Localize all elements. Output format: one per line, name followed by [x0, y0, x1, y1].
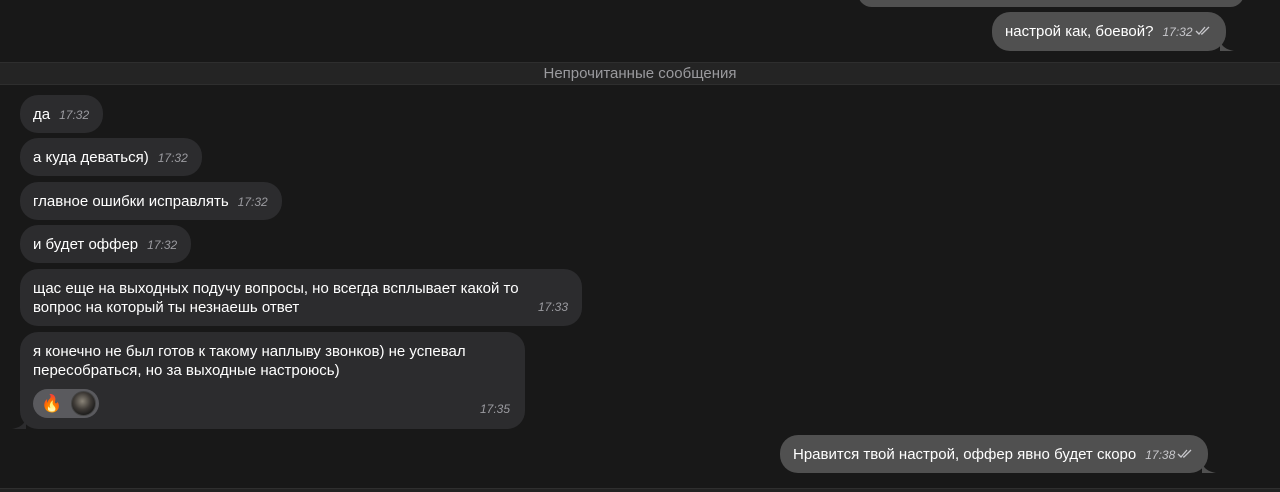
bubble-tail — [1219, 37, 1234, 51]
message-time: 17:32 — [59, 108, 90, 122]
reaction-chip[interactable]: 🔥 — [33, 389, 99, 418]
message-time: 17:38 — [1145, 448, 1176, 462]
message-text: и будет оффер — [33, 236, 139, 253]
reactor-avatar — [71, 391, 96, 416]
chat-history: настрой как, боевой? 17:32 Непрочитанные… — [0, 0, 1280, 492]
message-text: Нравится твой настрой, оффер явно будет … — [793, 446, 1137, 463]
double-check-icon — [1195, 22, 1212, 41]
message-bubble-cut-off[interactable] — [858, 0, 1244, 7]
message-time: 17:32 — [157, 151, 188, 165]
message-text: главное ошибки исправлять — [33, 193, 229, 210]
message-incoming[interactable]: а куда деваться) 17:32 — [20, 138, 202, 176]
message-text: щас еще на выходных подучу вопросы, но в… — [33, 280, 519, 316]
message-incoming[interactable]: щас еще на выходных подучу вопросы, но в… — [20, 269, 582, 326]
message-incoming[interactable]: и будет оффер 17:32 — [20, 225, 192, 263]
message-incoming[interactable]: главное ошибки исправлять 17:32 — [20, 182, 282, 220]
message-outgoing[interactable]: настрой как, боевой? 17:32 — [992, 12, 1234, 51]
unread-divider-label: Непрочитанные сообщения — [543, 65, 737, 82]
message-incoming[interactable]: да 17:32 — [20, 95, 104, 133]
message-text: я конечно не был готов к такому наплыву … — [33, 343, 466, 379]
message-time: 17:32 — [147, 238, 178, 252]
message-time: 17:33 — [537, 300, 568, 314]
message-time: 17:32 — [1162, 25, 1193, 39]
composer-top-border — [0, 488, 1280, 492]
message-text: настрой как, боевой? — [1005, 23, 1154, 40]
bubble-tail — [1202, 459, 1217, 473]
fire-icon: 🔥 — [41, 394, 63, 413]
message-time: 17:32 — [237, 195, 268, 209]
message-incoming[interactable]: я конечно не был готов к такому наплыву … — [12, 332, 525, 429]
unread-messages-divider: Непрочитанные сообщения — [0, 62, 1280, 85]
bubble-tail — [12, 415, 26, 429]
message-time: 17:35 — [479, 402, 510, 416]
message-text: а куда деваться) — [33, 149, 149, 166]
message-text: да — [33, 106, 51, 123]
double-check-icon — [1177, 445, 1194, 464]
message-outgoing[interactable]: Нравится твой настрой, оффер явно будет … — [780, 435, 1217, 473]
